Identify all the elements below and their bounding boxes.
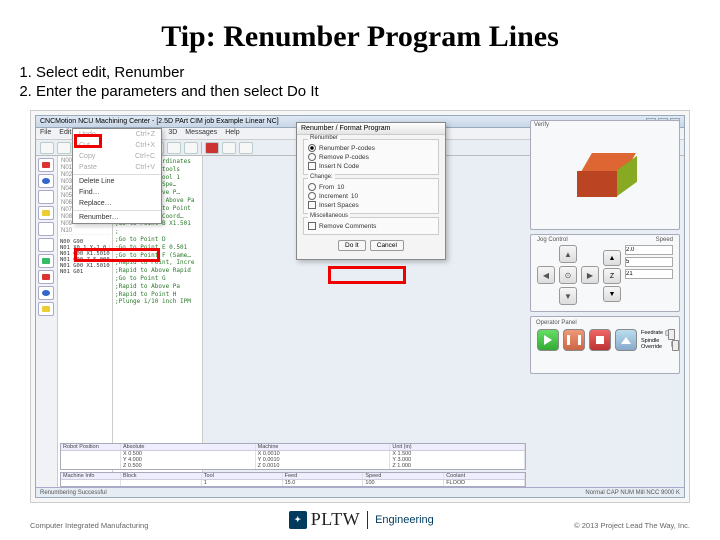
jog-x-plus[interactable]: ▶ [581, 266, 599, 284]
status-bar: Renumbering Successful Normal CAP NUM Mi… [36, 487, 684, 497]
operator-panel: Operator Panel Feedrate Spindle Override [530, 316, 680, 374]
tool-icon-7[interactable] [38, 254, 54, 268]
jog-x-minus[interactable]: ◀ [537, 266, 555, 284]
menu-file[interactable]: File [40, 129, 51, 138]
edit-menu-item: PasteCtrl+V [73, 162, 161, 173]
jog-y-minus[interactable]: ▼ [559, 287, 577, 305]
tool-icon-1[interactable] [38, 158, 54, 172]
menu-help[interactable]: Help [225, 129, 239, 138]
eject-button[interactable] [615, 329, 637, 351]
tb-stop[interactable] [167, 142, 181, 154]
tool-icon-8[interactable] [38, 270, 54, 284]
jog-center[interactable]: ⊙ [559, 266, 577, 284]
edit-dropdown[interactable]: UndoCtrl+ZCutCtrl+XCopyCtrl+CPasteCtrl+V… [72, 128, 162, 224]
position-table: Robot PositionAbsoluteMachineUnit (in)X … [60, 443, 526, 470]
edit-menu-item[interactable]: Delete Line [73, 176, 161, 187]
tb-open[interactable] [57, 142, 71, 154]
edit-menu-item: CopyCtrl+C [73, 151, 161, 162]
jog-dpad: ▲ ▼ ◀ ▶ ⊙ [537, 245, 599, 305]
status-right: Normal CAP NUM Mill NCC 9000 K [585, 490, 680, 496]
cancel-button[interactable]: Cancel [370, 240, 404, 251]
machine-info-table: Machine InfoBlockToolFeedSpeedCoolant115… [60, 472, 526, 487]
jog-z-plus[interactable]: ▲ [603, 250, 621, 266]
field-from[interactable]: From 10 [308, 183, 434, 191]
tool-icon-9[interactable] [38, 286, 54, 300]
tool-icon-2[interactable] [38, 174, 54, 188]
renumber-group: Renumber Renumber P-codes Remove P-codes… [303, 139, 439, 175]
steps-list: Select edit, Renumber Enter the paramete… [36, 64, 690, 102]
tool-icon-10[interactable] [38, 302, 54, 316]
verify-label: Verify [534, 122, 549, 128]
menu-messages[interactable]: Messages [185, 129, 217, 138]
spindle-slider[interactable] [671, 341, 673, 347]
menu-3d[interactable]: 3D [168, 129, 177, 138]
renumber-dialog: Renumber / Format Program Renumber Renum… [296, 122, 446, 260]
speed-value-2[interactable] [625, 269, 673, 279]
edit-menu-item[interactable]: Find… [73, 187, 161, 198]
tb-play-icon[interactable] [205, 142, 219, 154]
menu-edit[interactable]: Edit [59, 129, 71, 138]
chk-insert-ncode[interactable]: Insert N Code [308, 162, 434, 170]
tool-icon-6[interactable] [38, 238, 54, 252]
run-button[interactable] [537, 329, 559, 351]
chk-insert-spaces[interactable]: Insert Spaces [308, 201, 434, 209]
tool-icon-3[interactable] [38, 190, 54, 204]
field-increment[interactable]: Increment 10 [308, 192, 434, 200]
edit-menu-item: CutCtrl+X [73, 140, 161, 151]
pause-button[interactable] [563, 329, 585, 351]
stop-button[interactable] [589, 329, 611, 351]
pltw-logo-icon: ✦ [289, 511, 307, 529]
edit-menu-item[interactable]: Renumber… [73, 212, 161, 223]
copyright: © 2013 Project Lead The Way, Inc. [574, 521, 690, 530]
brand: ✦ PLTW Engineering [289, 509, 434, 530]
chk-remove-comments[interactable]: Remove Comments [308, 222, 434, 230]
tool-icon-5[interactable] [38, 222, 54, 236]
jog-panel: Jog ControlSpeed ▲ ▼ ◀ ▶ ⊙ ▲ Z ▼ [530, 234, 680, 312]
verify-3d-view[interactable]: Verify [530, 120, 680, 230]
left-toolbar [36, 156, 58, 497]
jog-z-minus[interactable]: ▼ [603, 286, 621, 302]
edit-menu-item: UndoCtrl+Z [73, 129, 161, 140]
tool-icon-4[interactable] [38, 206, 54, 220]
jog-y-plus[interactable]: ▲ [559, 245, 577, 263]
status-left: Renumbering Successful [40, 490, 107, 496]
brand-main: PLTW [311, 509, 360, 530]
misc-group: Miscellaneous Remove Comments [303, 217, 439, 235]
window-title: CNCMotion NCU Machining Center - [2.5D P… [40, 118, 279, 125]
edit-menu-item[interactable]: Replace… [73, 198, 161, 209]
tb-new[interactable] [40, 142, 54, 154]
tb-extra2[interactable] [239, 142, 253, 154]
opt-renumber-pcodes[interactable]: Renumber P-codes [308, 144, 434, 152]
course-name: Computer Integrated Manufacturing [30, 521, 148, 530]
step-1: Select edit, Renumber [36, 64, 690, 81]
jog-z-label: Z [603, 268, 621, 284]
speed-value-1[interactable] [625, 257, 673, 267]
brand-sub: Engineering [375, 514, 434, 526]
tb-verify[interactable] [184, 142, 198, 154]
feedrate-slider[interactable] [665, 330, 673, 336]
app-screenshot: CNCMotion NCU Machining Center - [2.5D P… [30, 110, 690, 503]
change-group: Change: From 10 Increment 10 Insert Spac… [303, 178, 439, 214]
opt-remove-pcodes[interactable]: Remove P-codes [308, 153, 434, 161]
cube-icon [577, 153, 633, 197]
step-2: Enter the parameters and then select Do … [36, 83, 690, 100]
jog-value[interactable] [625, 245, 673, 255]
tb-extra1[interactable] [222, 142, 236, 154]
dialog-title: Renumber / Format Program [297, 123, 445, 135]
slide-title: Tip: Renumber Program Lines [30, 20, 690, 54]
do-it-button[interactable]: Do It [338, 240, 366, 251]
